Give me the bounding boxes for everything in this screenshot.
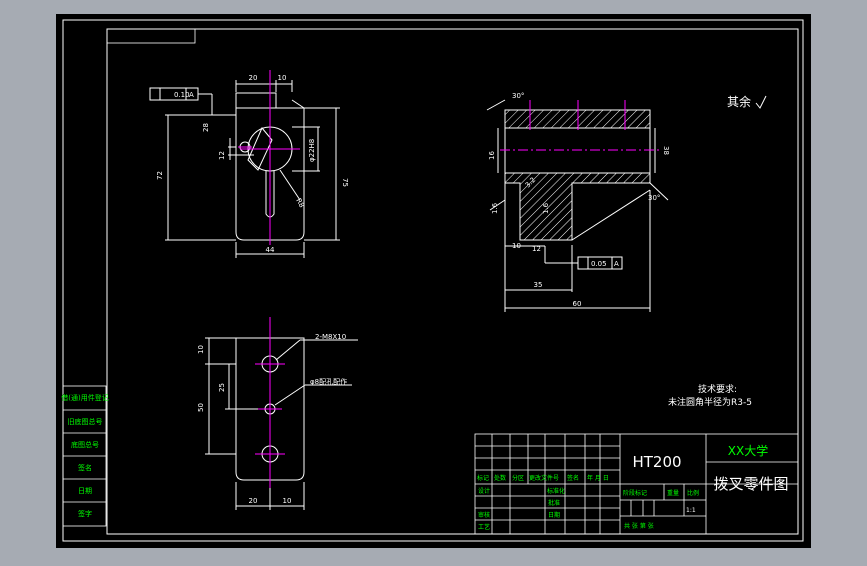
dim-text: 20 bbox=[249, 497, 258, 505]
sign-row: 审核 bbox=[478, 511, 490, 519]
weight-header: 比例 bbox=[687, 489, 699, 497]
left-table-cell: 旧底图总号 bbox=[68, 417, 103, 426]
dim-text: 12 bbox=[532, 245, 541, 253]
sign-col: 标准化 bbox=[547, 487, 565, 495]
dim-text: φ22H8 bbox=[308, 139, 316, 162]
dim-text: 1.6 bbox=[491, 202, 499, 214]
dim-text: 38 bbox=[662, 146, 670, 155]
roughness-note: 其余 bbox=[727, 94, 751, 109]
dim-text: 10 bbox=[278, 74, 287, 82]
tech-title: 技术要求: bbox=[698, 383, 737, 395]
dim-text: 12 bbox=[218, 151, 226, 160]
dim-text: 72 bbox=[156, 171, 164, 180]
left-table-cell: 借(通)用件登记 bbox=[61, 393, 108, 402]
dim-text: 35 bbox=[534, 281, 543, 289]
drawing-canvas: 借(通)用件登记 旧底图总号 底图总号 签名 日期 签字 20 10 0.10 … bbox=[56, 14, 811, 548]
tolerance-datum: A bbox=[614, 260, 619, 268]
dim-text: 75 bbox=[341, 178, 349, 187]
school-name: XX大学 bbox=[728, 443, 768, 458]
dim-text: 44 bbox=[266, 246, 275, 254]
rev-header: 标记 bbox=[477, 474, 489, 482]
rev-header: 年 月 日 bbox=[587, 474, 609, 482]
tolerance-value: 0.05 bbox=[591, 260, 607, 268]
dim-text: 10 bbox=[512, 242, 521, 250]
drawing-sheet bbox=[56, 14, 811, 548]
dim-text: 1.6 bbox=[542, 202, 550, 214]
dim-text: 16 bbox=[488, 151, 496, 160]
left-table-cell: 日期 bbox=[78, 487, 92, 495]
tolerance-datum: A bbox=[189, 91, 194, 99]
cad-viewport[interactable]: 借(通)用件登记 旧底图总号 底图总号 签名 日期 签字 20 10 0.10 … bbox=[0, 0, 867, 562]
left-table-cell: 签字 bbox=[78, 509, 92, 518]
angle-text: 30° bbox=[648, 194, 660, 202]
dim-text: 20 bbox=[249, 74, 258, 82]
left-table-cell: 签名 bbox=[78, 463, 92, 472]
sign-row: 设计 bbox=[478, 487, 490, 495]
rev-header: 分区 bbox=[512, 474, 524, 482]
dim-text: 60 bbox=[573, 300, 582, 308]
scale-value: 1:1 bbox=[686, 507, 696, 514]
left-table-cell: 底图总号 bbox=[71, 440, 99, 449]
rev-header: 更改文件号 bbox=[529, 474, 559, 482]
material-label: HT200 bbox=[632, 453, 681, 471]
dim-text: 10 bbox=[283, 497, 292, 505]
tolerance-value: 0.10 bbox=[174, 91, 190, 99]
rev-header: 处数 bbox=[494, 474, 506, 482]
sheet-footer: 共 张 第 张 bbox=[624, 522, 654, 530]
tech-note: 未注圆角半径为R3-5 bbox=[668, 396, 752, 408]
dim-text: 50 bbox=[197, 403, 205, 412]
weight-header: 阶段标记 bbox=[623, 489, 647, 497]
dim-text: 25 bbox=[218, 383, 226, 392]
rev-header: 签名 bbox=[567, 474, 579, 482]
sign-col: 日期 bbox=[548, 511, 560, 519]
dim-text: 28 bbox=[202, 123, 210, 132]
sign-col: 批准 bbox=[548, 499, 560, 507]
callout-text: 2-M8X10 bbox=[315, 333, 346, 341]
part-title: 拨叉零件图 bbox=[713, 475, 788, 493]
sign-row: 工艺 bbox=[478, 523, 490, 531]
angle-text: 30° bbox=[512, 92, 524, 100]
callout-text: φ8配孔配作 bbox=[310, 377, 347, 386]
weight-header: 重量 bbox=[667, 489, 679, 497]
dim-text: 10 bbox=[197, 345, 205, 354]
